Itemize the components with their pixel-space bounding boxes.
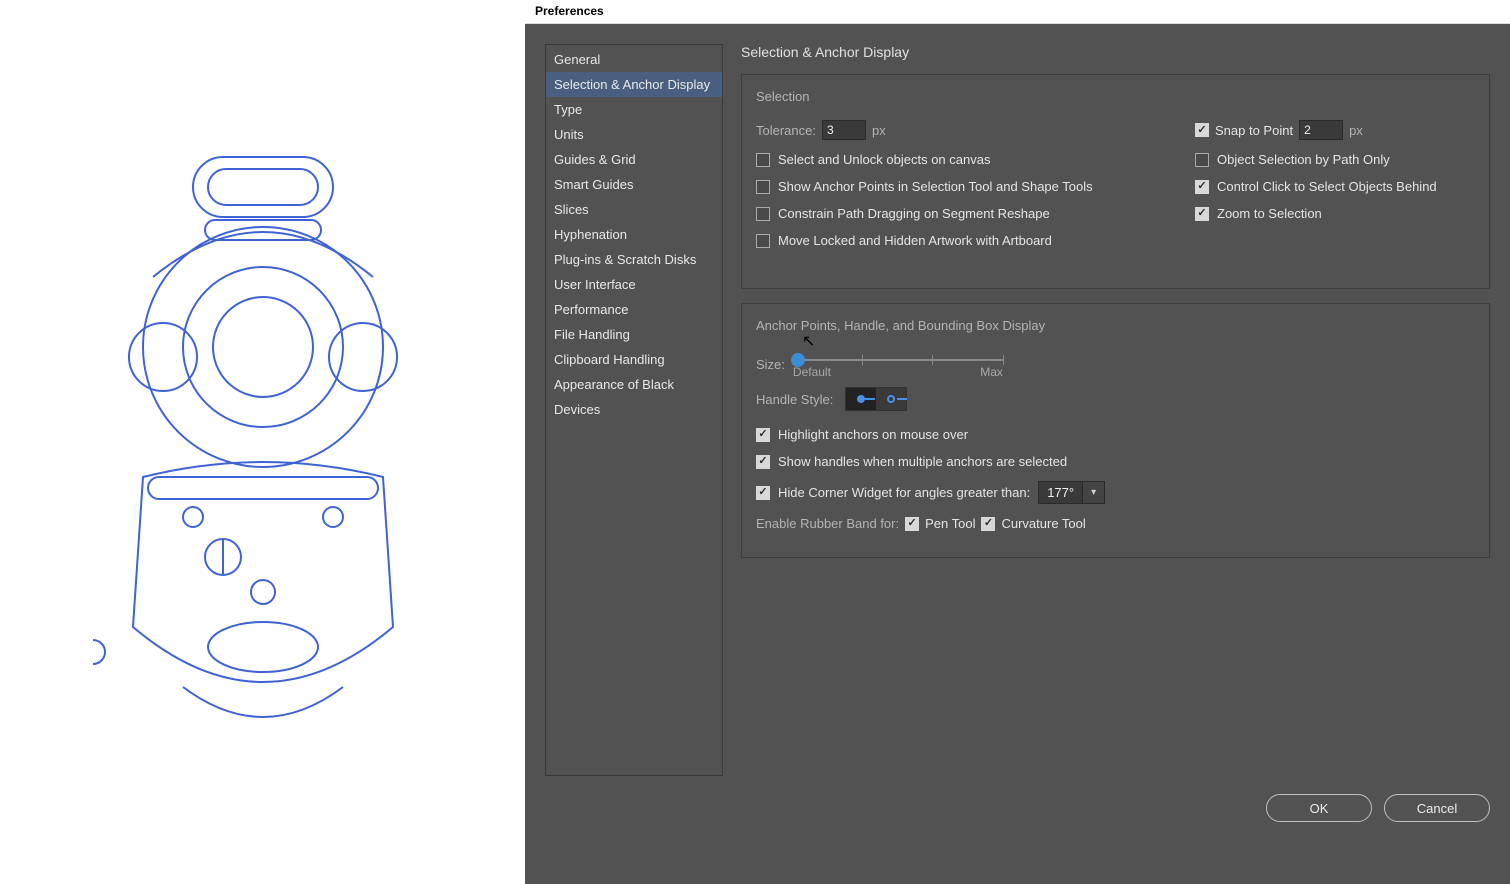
size-slider-handle[interactable] [791, 353, 805, 367]
size-label: Size: [756, 357, 785, 372]
slider-max-label: Max [980, 365, 1003, 379]
sidebar-item-type[interactable]: Type [546, 97, 722, 122]
cb-rb-curvature-label: Curvature Tool [1001, 516, 1085, 531]
chevron-down-icon: ▾ [1082, 482, 1104, 503]
cb-constrain-path-drag[interactable] [756, 207, 770, 221]
cb-select-unlock[interactable] [756, 153, 770, 167]
cb-hide-corner-widget-label: Hide Corner Widget for angles greater th… [778, 485, 1030, 500]
anchor-group: Anchor Points, Handle, and Bounding Box … [741, 303, 1490, 558]
handle-style-hollow[interactable] [876, 388, 906, 410]
sidebar-item-hyphenation[interactable]: Hyphenation [546, 222, 722, 247]
handle-filled-icon [857, 395, 865, 403]
snap-row: Snap to Point px [1195, 120, 1475, 140]
sidebar-item-plugins-scratch[interactable]: Plug-ins & Scratch Disks [546, 247, 722, 272]
tolerance-row: Tolerance: px [756, 120, 1155, 140]
cb-highlight-anchors[interactable] [756, 428, 770, 442]
ok-button[interactable]: OK [1266, 794, 1372, 822]
sidebar-item-performance[interactable]: Performance [546, 297, 722, 322]
cb-constrain-path-drag-label: Constrain Path Dragging on Segment Resha… [778, 206, 1050, 221]
cb-show-handles-multiple[interactable] [756, 455, 770, 469]
sidebar-item-slices[interactable]: Slices [546, 197, 722, 222]
cb-move-locked-hidden-label: Move Locked and Hidden Artwork with Artb… [778, 233, 1052, 248]
cb-select-unlock-label: Select and Unlock objects on canvas [778, 152, 990, 167]
cancel-button[interactable]: Cancel [1384, 794, 1490, 822]
size-row: Size: [756, 349, 1475, 379]
helmet-artwork [93, 147, 433, 737]
preferences-dialog: Preferences General Selection & Anchor D… [525, 0, 1510, 884]
handle-style-toggle [845, 387, 907, 411]
cb-zoom-to-selection[interactable] [1195, 207, 1209, 221]
corner-angle-dropdown[interactable]: 177° ▾ [1038, 481, 1105, 504]
dialog-footer: OK Cancel [525, 776, 1510, 840]
handle-style-filled[interactable] [846, 388, 876, 410]
content-title: Selection & Anchor Display [741, 44, 1490, 60]
rubber-band-label: Enable Rubber Band for: [756, 516, 899, 531]
cb-hide-corner-widget[interactable] [756, 486, 770, 500]
cb-control-click-behind-label: Control Click to Select Objects Behind [1217, 179, 1437, 194]
cb-rb-pen[interactable] [905, 517, 919, 531]
handle-style-label: Handle Style: [756, 392, 833, 407]
sidebar-item-appearance-black[interactable]: Appearance of Black [546, 372, 722, 397]
tolerance-label: Tolerance: [756, 123, 816, 138]
sidebar-item-user-interface[interactable]: User Interface [546, 272, 722, 297]
preferences-sidebar: General Selection & Anchor Display Type … [545, 44, 723, 776]
dialog-title: Preferences [525, 0, 1510, 24]
slider-default-label: Default [793, 365, 831, 379]
cb-show-handles-multiple-label: Show handles when multiple anchors are s… [778, 454, 1067, 469]
sidebar-item-smart-guides[interactable]: Smart Guides [546, 172, 722, 197]
sidebar-item-clipboard-handling[interactable]: Clipboard Handling [546, 347, 722, 372]
corner-angle-value: 177° [1039, 485, 1082, 500]
sidebar-item-file-handling[interactable]: File Handling [546, 322, 722, 347]
tolerance-input[interactable] [822, 120, 866, 140]
sidebar-item-general[interactable]: General [546, 47, 722, 72]
cb-show-anchor-points[interactable] [756, 180, 770, 194]
snap-unit: px [1349, 123, 1363, 138]
cb-rb-curvature[interactable] [981, 517, 995, 531]
preferences-content: Selection & Anchor Display Selection Tol… [741, 44, 1490, 776]
cb-highlight-anchors-label: Highlight anchors on mouse over [778, 427, 968, 442]
snap-label: Snap to Point [1215, 123, 1293, 138]
cb-rb-pen-label: Pen Tool [925, 516, 975, 531]
cb-control-click-behind[interactable] [1195, 180, 1209, 194]
tolerance-unit: px [872, 123, 886, 138]
sidebar-item-selection-anchor[interactable]: Selection & Anchor Display [546, 72, 722, 97]
selection-group-title: Selection [756, 89, 1475, 104]
cb-zoom-to-selection-label: Zoom to Selection [1217, 206, 1322, 221]
cb-snap-to-point[interactable] [1195, 123, 1209, 137]
snap-input[interactable] [1299, 120, 1343, 140]
cb-show-anchor-points-label: Show Anchor Points in Selection Tool and… [778, 179, 1093, 194]
anchor-group-title: Anchor Points, Handle, and Bounding Box … [756, 318, 1475, 333]
cb-move-locked-hidden[interactable] [756, 234, 770, 248]
size-slider[interactable] [793, 349, 1003, 361]
sidebar-item-guides-grid[interactable]: Guides & Grid [546, 147, 722, 172]
sidebar-item-devices[interactable]: Devices [546, 397, 722, 422]
handle-hollow-icon [887, 395, 895, 403]
selection-group: Selection Tolerance: px Select and Unloc… [741, 74, 1490, 289]
cb-object-selection-path[interactable] [1195, 153, 1209, 167]
cb-object-selection-path-label: Object Selection by Path Only [1217, 152, 1390, 167]
canvas-area [0, 0, 525, 884]
sidebar-item-units[interactable]: Units [546, 122, 722, 147]
